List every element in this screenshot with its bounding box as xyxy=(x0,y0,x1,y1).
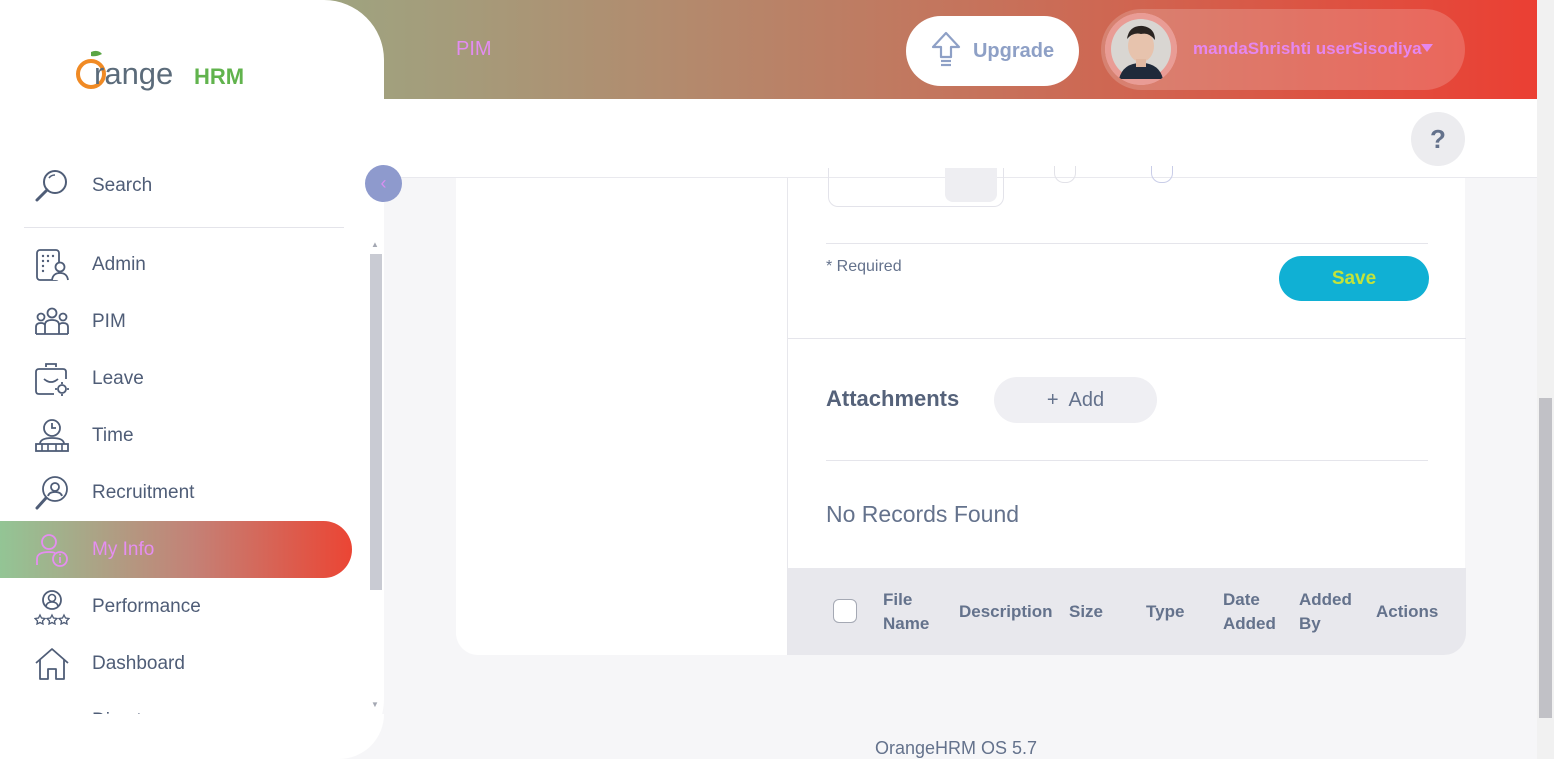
chevron-left-icon: ‹ xyxy=(380,173,387,193)
profile-card-left xyxy=(456,178,787,655)
chevron-down-icon xyxy=(1421,44,1433,52)
sidebar-item-pim[interactable]: PIM xyxy=(0,293,352,350)
section-divider xyxy=(788,338,1466,339)
column-header-actions[interactable]: Actions xyxy=(1376,600,1438,624)
my-info-icon xyxy=(34,532,70,568)
column-header-type[interactable]: Type xyxy=(1146,600,1184,624)
column-header-date-added[interactable]: Date Added xyxy=(1223,588,1276,636)
performance-icon xyxy=(34,589,70,625)
user-name: mandaShrishti userSisodiya xyxy=(1193,39,1422,58)
sidebar-item-label: Leave xyxy=(92,367,144,389)
avatar xyxy=(1105,13,1177,85)
attachments-panel: * Required Save Attachments + Add No Rec… xyxy=(787,166,1466,655)
time-icon xyxy=(34,418,70,454)
sidebar-search[interactable]: Search xyxy=(0,157,352,214)
upgrade-button[interactable]: Upgrade xyxy=(906,16,1079,86)
pim-icon xyxy=(34,304,70,340)
sidebar-item-label: Time xyxy=(92,424,134,446)
search-icon xyxy=(34,168,70,204)
add-attachment-button[interactable]: + Add xyxy=(994,377,1157,423)
sidebar-item-time[interactable]: Time xyxy=(0,407,352,464)
recruitment-icon xyxy=(34,475,70,511)
sidebar-item-leave[interactable]: Leave xyxy=(0,350,352,407)
dashboard-icon xyxy=(34,646,70,682)
attachments-table-header: File Name Description Size Type Date Added… xyxy=(788,568,1466,655)
logo-word: range xyxy=(94,56,174,91)
module-title: PIM xyxy=(456,38,492,60)
select-all-checkbox[interactable] xyxy=(833,599,857,623)
upgrade-label: Upgrade xyxy=(972,39,1055,62)
add-label: Add xyxy=(1068,388,1105,411)
divider xyxy=(826,243,1428,244)
sidebar-item-admin[interactable]: Admin xyxy=(0,236,352,293)
sidebar-item-label: My Info xyxy=(92,538,155,560)
sidebar: range HRM Search Admin PIM Leave Time Re… xyxy=(0,0,384,759)
upgrade-arrow-icon xyxy=(931,31,961,72)
empty-message: No Records Found xyxy=(826,501,1020,527)
column-header-file-name[interactable]: File Name xyxy=(883,588,929,636)
sidebar-item-label: Performance xyxy=(92,595,201,617)
column-header-size[interactable]: Size xyxy=(1069,600,1103,624)
sidebar-item-label: Admin xyxy=(92,253,146,275)
sidebar-item-label: Dashboard xyxy=(92,652,185,674)
divider xyxy=(826,460,1428,461)
scroll-up-icon[interactable]: ▲ xyxy=(371,240,379,249)
footer-version: OrangeHRM OS 5.7 xyxy=(875,738,1038,758)
date-input[interactable] xyxy=(828,168,1004,207)
sidebar-item-performance[interactable]: Performance xyxy=(0,578,352,635)
required-note: * Required xyxy=(826,258,902,275)
leave-icon xyxy=(34,361,70,397)
admin-icon xyxy=(34,247,70,283)
collapse-sidebar-button[interactable]: ‹ xyxy=(365,165,402,202)
search-label: Search xyxy=(92,174,153,196)
logo-suffix: HRM xyxy=(194,64,245,89)
attachments-title: Attachments xyxy=(826,386,960,411)
sidebar-bottom-mask xyxy=(0,714,384,759)
radio-option[interactable] xyxy=(1054,166,1076,183)
sidebar-item-recruitment[interactable]: Recruitment xyxy=(0,464,352,521)
sidebar-item-dashboard[interactable]: Dashboard xyxy=(0,635,352,692)
search-divider xyxy=(24,227,344,228)
help-button[interactable]: ? xyxy=(1411,112,1465,166)
sidebar-item-label: PIM xyxy=(92,310,126,332)
sidebar-item-label: Recruitment xyxy=(92,481,195,503)
sidebar-scrollbar-thumb[interactable] xyxy=(370,254,382,590)
save-button[interactable]: Save xyxy=(1279,256,1429,301)
plus-icon: + xyxy=(1046,388,1059,411)
column-header-description[interactable]: Description xyxy=(959,600,1053,624)
user-menu[interactable]: mandaShrishti userSisodiya xyxy=(1101,9,1465,90)
calendar-icon[interactable] xyxy=(945,168,997,202)
sidebar-item-my-info[interactable]: My Info xyxy=(0,521,352,578)
orangehrm-logo: range HRM xyxy=(74,48,249,98)
column-header-added-by[interactable]: Added By xyxy=(1299,588,1352,636)
sub-header: ? xyxy=(384,99,1537,178)
scroll-down-icon[interactable]: ▼ xyxy=(371,700,379,709)
radio-option[interactable] xyxy=(1151,166,1173,183)
page-scrollbar-thumb[interactable] xyxy=(1539,398,1552,718)
